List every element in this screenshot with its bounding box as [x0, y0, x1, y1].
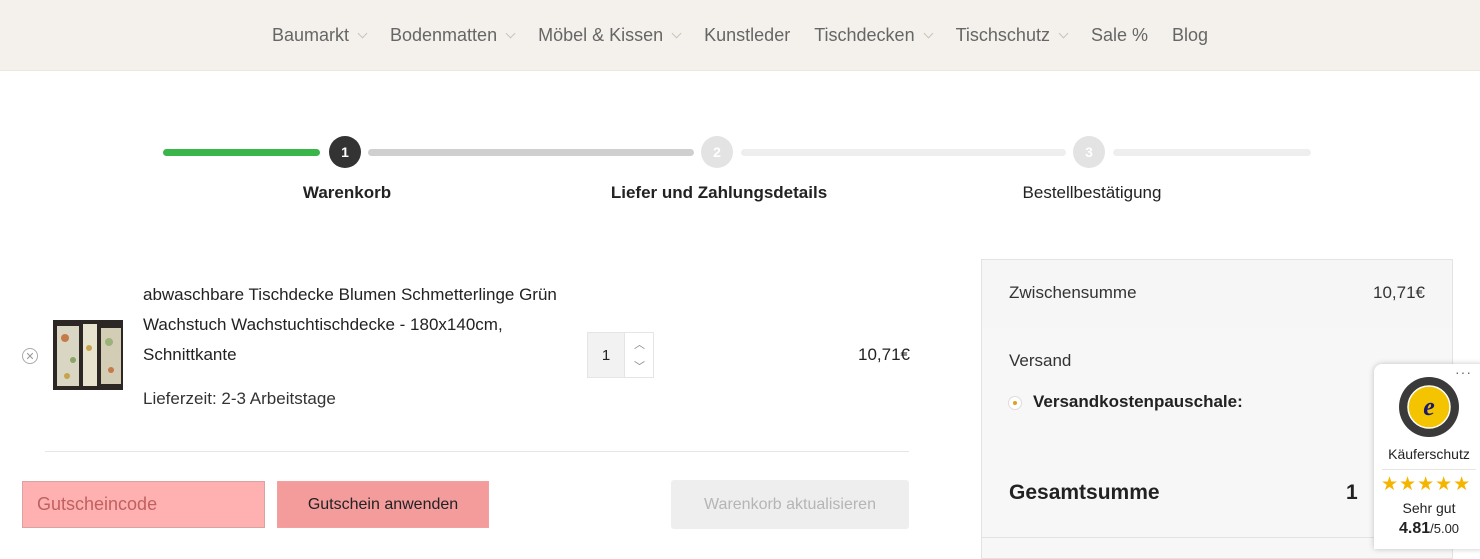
step-1-label: Warenkorb	[302, 183, 392, 202]
nav-item-tischschutz[interactable]: Tischschutz	[955, 24, 1069, 46]
nav-item-kunstleder[interactable]: Kunstleder	[704, 25, 790, 46]
product-thumbnail[interactable]	[53, 320, 123, 390]
step-1-number: 1	[329, 136, 361, 168]
chevron-down-icon	[923, 28, 934, 38]
progress-bar-pending	[741, 149, 1066, 156]
divider	[1382, 469, 1476, 470]
coupon-input[interactable]: Gutscheincode	[22, 481, 265, 528]
subtotal-value: 10,71€	[1373, 283, 1425, 302]
step-2-label: Liefer und Zahlungsdetails	[610, 183, 828, 202]
rating-stars-icon: ★★★★★	[1381, 474, 1472, 495]
rating-score-value: 4.81	[1398, 520, 1431, 537]
checkout-stepper: 1 2 3 Warenkorb Liefer und Zahlungsdetai…	[163, 136, 1311, 206]
quantity-input[interactable]: 1	[588, 333, 624, 377]
line-item-price: 10,71€	[858, 345, 910, 364]
nav-label: Blog	[1172, 24, 1209, 45]
quantity-buttons: ︿ ﹀	[624, 333, 654, 377]
chevron-down-icon	[505, 28, 516, 38]
nav-label: Möbel & Kissen	[538, 24, 664, 45]
rating-text: Sehr gut	[1402, 500, 1456, 516]
total-value: 1	[1346, 481, 1358, 504]
progress-bar-current	[368, 149, 694, 156]
step-3-label: Bestellbestätigung	[1022, 183, 1162, 202]
progress-bar-pending	[1113, 149, 1311, 156]
trusted-shops-seal-icon: e	[1399, 377, 1459, 437]
increase-quantity-icon[interactable]: ︿	[625, 333, 654, 355]
svg-text:e: e	[1423, 392, 1435, 421]
chevron-down-icon	[357, 28, 368, 38]
decrease-quantity-icon[interactable]: ﹀	[625, 355, 654, 377]
quantity-stepper[interactable]: 1 ︿ ﹀	[587, 332, 654, 378]
delivery-time: Lieferzeit: 2-3 Arbeitstage	[143, 389, 336, 408]
trusted-shops-badge[interactable]: ··· e Käuferschutz ★★★★★ Sehr gut 4.81/5…	[1374, 364, 1480, 549]
rating-score-max: /5.00	[1430, 521, 1460, 536]
remove-item-icon[interactable]: ✕	[22, 348, 38, 364]
shipping-label: Versand	[1009, 351, 1072, 370]
subtotal-row: Zwischensumme 10,71€	[982, 260, 1452, 328]
nav-item-bodenmatten[interactable]: Bodenmatten	[390, 24, 516, 46]
step-2-number: 2	[701, 136, 733, 168]
progress-bar-done	[163, 149, 320, 156]
nav-item-blog[interactable]: Blog	[1172, 25, 1208, 46]
chevron-down-icon	[671, 28, 682, 38]
divider	[45, 451, 909, 452]
nav-item-sale[interactable]: Sale %	[1091, 25, 1148, 46]
nav-label: Tischschutz	[955, 24, 1050, 45]
subtotal-label: Zwischensumme	[1009, 283, 1137, 302]
step-3-number: 3	[1073, 136, 1105, 168]
buyer-protection-label: Käuferschutz	[1388, 446, 1470, 462]
apply-coupon-button[interactable]: Gutschein anwenden	[277, 481, 489, 528]
product-title-link[interactable]: abwaschbare Tischdecke Blumen Schmetterl…	[143, 280, 593, 370]
main-navigation: Baumarkt Bodenmatten Möbel & Kissen Kuns…	[0, 0, 1480, 71]
rating-score: 4.81/5.00	[1374, 520, 1480, 538]
nav-item-moebel-kissen[interactable]: Möbel & Kissen	[538, 24, 682, 46]
nav-label: Sale %	[1090, 24, 1148, 45]
update-cart-button[interactable]: Warenkorb aktualisieren	[671, 480, 909, 529]
nav-label: Kunstleder	[704, 24, 791, 45]
shipping-option-label: Versandkostenpauschale:	[1033, 392, 1243, 411]
shipping-option-radio[interactable]	[1009, 397, 1021, 409]
nav-label: Tischdecken	[814, 24, 915, 45]
nav-label: Baumarkt	[271, 24, 349, 45]
total-label: Gesamtsumme	[1009, 481, 1160, 504]
nav-label: Bodenmatten	[390, 24, 498, 45]
chevron-down-icon	[1058, 28, 1069, 38]
nav-item-baumarkt[interactable]: Baumarkt	[271, 24, 368, 46]
nav-item-tischdecken[interactable]: Tischdecken	[814, 24, 934, 46]
